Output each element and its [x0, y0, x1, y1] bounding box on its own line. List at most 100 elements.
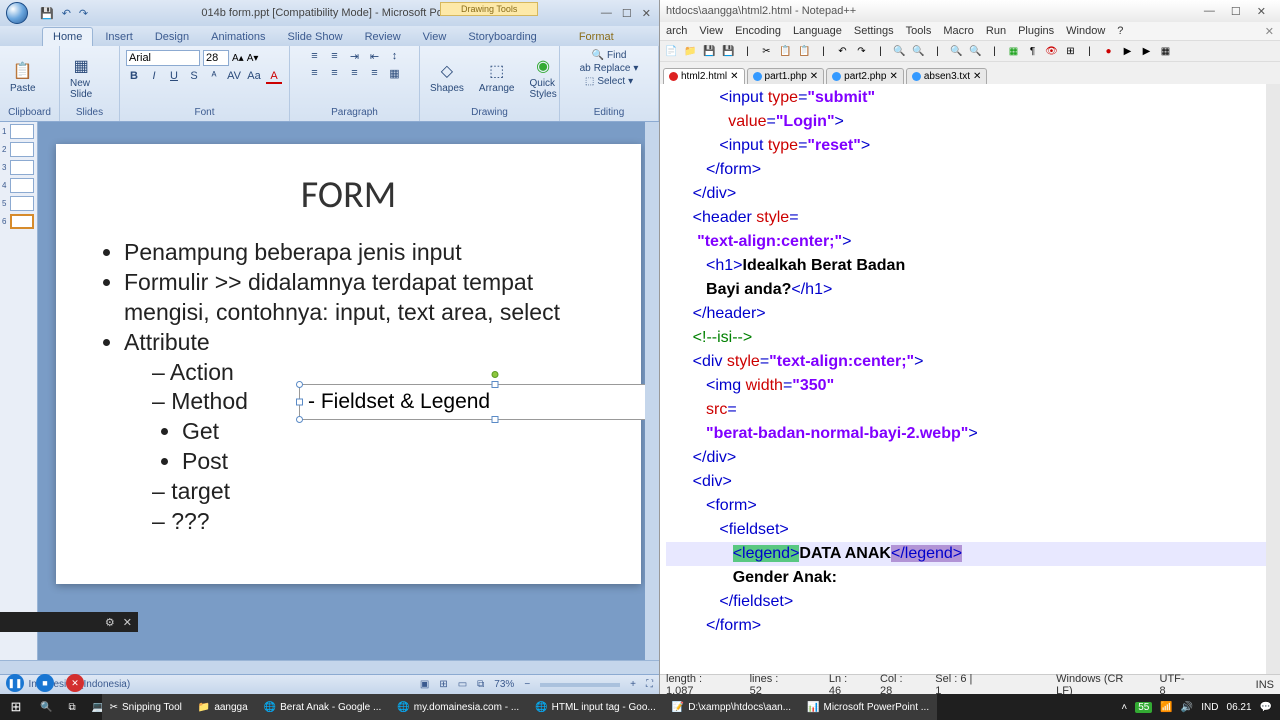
- tab-review[interactable]: Review: [355, 28, 411, 46]
- resize-handle[interactable]: [492, 416, 499, 423]
- slide-thumb[interactable]: [10, 178, 34, 193]
- tab-format[interactable]: Format: [569, 28, 624, 46]
- shrink-font-icon[interactable]: A▾: [247, 53, 259, 64]
- slide-canvas[interactable]: FORM Penampung beberapa jenis input Form…: [56, 144, 641, 584]
- stop-button[interactable]: ■: [36, 674, 54, 692]
- menu-item[interactable]: Encoding: [735, 25, 781, 37]
- underline-icon[interactable]: U: [166, 70, 182, 84]
- spacing-icon[interactable]: AV: [226, 70, 242, 84]
- menu-item[interactable]: Tools: [906, 25, 932, 37]
- find-button[interactable]: 🔍 Find: [592, 50, 627, 61]
- sorter-view-icon[interactable]: ⊞: [439, 679, 447, 690]
- italic-icon[interactable]: I: [146, 70, 162, 84]
- wifi-icon[interactable]: 📶: [1160, 702, 1172, 713]
- bullets-icon[interactable]: ≡: [307, 50, 323, 63]
- columns-icon[interactable]: ▦: [387, 67, 403, 80]
- tab-animations[interactable]: Animations: [201, 28, 275, 46]
- tb-app[interactable]: ✂ Snipping Tool: [102, 694, 190, 720]
- gear-icon[interactable]: ⚙: [105, 616, 115, 629]
- resize-handle[interactable]: [492, 381, 499, 388]
- doc-tab[interactable]: part1.php✕: [747, 68, 825, 84]
- zoom-slider[interactable]: [540, 683, 620, 687]
- menu-item[interactable]: View: [699, 25, 723, 37]
- minimize-icon[interactable]: —: [1204, 5, 1215, 17]
- tb-app[interactable]: 📝 D:\xampp\htdocs\aan...: [664, 694, 799, 720]
- replace-button[interactable]: ab Replace ▾: [580, 63, 639, 74]
- tray-chevron-icon[interactable]: ˄: [1121, 702, 1127, 713]
- h-scrollbar[interactable]: [0, 660, 659, 674]
- close-icon[interactable]: ✕: [1257, 5, 1266, 18]
- font-name-combo[interactable]: [126, 50, 200, 66]
- align-right-icon[interactable]: ≡: [347, 67, 363, 80]
- slide-thumb[interactable]: [10, 160, 34, 175]
- strike-icon[interactable]: S: [186, 70, 202, 84]
- slide-thumb[interactable]: [10, 142, 34, 157]
- menu-item[interactable]: Plugins: [1018, 25, 1054, 37]
- close-icon[interactable]: ✕: [642, 7, 651, 20]
- tab-design[interactable]: Design: [145, 28, 199, 46]
- npp-toolbar[interactable]: 📄📁💾💾|✂📋📋|↶↷|🔍🔍|🔍🔍|▦¶👁⊞|●▶▶▦: [660, 40, 1280, 62]
- align-left-icon[interactable]: ≡: [307, 67, 323, 80]
- paste-button[interactable]: 📋Paste: [4, 58, 42, 96]
- menu-item[interactable]: Run: [986, 25, 1006, 37]
- slide-area[interactable]: FORM Penampung beberapa jenis input Form…: [38, 122, 659, 660]
- tab-slideshow[interactable]: Slide Show: [278, 28, 353, 46]
- tb-app[interactable]: 📁 aangga: [190, 694, 256, 720]
- case-icon[interactable]: Aa: [246, 70, 262, 84]
- resize-handle[interactable]: [296, 416, 303, 423]
- menu-item[interactable]: Settings: [854, 25, 894, 37]
- tb-app[interactable]: 🌐 Berat Anak - Google ...: [256, 694, 390, 720]
- zoom-in-icon[interactable]: +: [630, 679, 636, 690]
- select-button[interactable]: ⬚ Select ▾: [585, 76, 633, 87]
- scrollbar[interactable]: [1266, 84, 1280, 674]
- menu-item[interactable]: ?: [1117, 25, 1123, 37]
- new-slide-button[interactable]: ▦New Slide: [64, 53, 98, 102]
- resize-handle[interactable]: [296, 399, 303, 406]
- minimize-icon[interactable]: —: [601, 7, 612, 20]
- cancel-button[interactable]: ✕: [66, 674, 84, 692]
- bold-icon[interactable]: B: [126, 70, 142, 84]
- volume-icon[interactable]: 🔊: [1181, 702, 1193, 713]
- office-orb[interactable]: [0, 0, 34, 26]
- search-icon[interactable]: 🔍: [32, 694, 60, 720]
- align-center-icon[interactable]: ≡: [327, 67, 343, 80]
- tb-app[interactable]: 📊 Microsoft PowerPoint ...: [799, 694, 937, 720]
- numbering-icon[interactable]: ≡: [327, 50, 343, 63]
- shapes-button[interactable]: ◇Shapes: [424, 58, 470, 96]
- slide-panel[interactable]: 1 2 3 4 5 6: [0, 122, 38, 660]
- tb-app[interactable]: 💻: [84, 694, 102, 720]
- menu-item[interactable]: Window: [1066, 25, 1105, 37]
- scrollbar[interactable]: [645, 122, 659, 660]
- arrange-button[interactable]: ⬚Arrange: [473, 58, 521, 96]
- tab-storyboarding[interactable]: Storyboarding: [458, 28, 547, 46]
- menu-item[interactable]: arch: [666, 25, 687, 37]
- reading-view-icon[interactable]: ▭: [458, 679, 467, 690]
- doc-tab[interactable]: html2.html✕: [663, 68, 745, 84]
- menu-item[interactable]: Language: [793, 25, 842, 37]
- outdent-icon[interactable]: ⇤: [367, 50, 383, 63]
- slideshow-view-icon[interactable]: ⧉: [477, 679, 484, 690]
- maximize-icon[interactable]: ☐: [1231, 5, 1241, 18]
- menu-item[interactable]: Macro: [943, 25, 974, 37]
- slide-title[interactable]: FORM: [96, 172, 601, 218]
- shadow-icon[interactable]: ᴬ: [206, 70, 222, 84]
- language-indicator[interactable]: IND: [1201, 702, 1218, 713]
- font-color-icon[interactable]: A: [266, 70, 282, 84]
- start-button[interactable]: ⊞: [0, 699, 32, 715]
- justify-icon[interactable]: ≡: [367, 67, 383, 80]
- clock[interactable]: 06.21: [1227, 702, 1252, 713]
- tab-home[interactable]: Home: [42, 27, 93, 46]
- network-badge[interactable]: 55: [1135, 702, 1152, 713]
- quick-access-toolbar[interactable]: 💾↶↷: [34, 7, 94, 20]
- close-icon[interactable]: ✕: [1265, 25, 1274, 38]
- slide-thumb[interactable]: [10, 214, 34, 229]
- textbox[interactable]: - Fieldset & Legend: [299, 384, 659, 420]
- font-size-combo[interactable]: [203, 50, 229, 66]
- lineheight-icon[interactable]: ↕: [387, 50, 403, 63]
- tb-app[interactable]: 🌐 my.domainesia.com - ...: [389, 694, 527, 720]
- notifications-icon[interactable]: 💬: [1260, 702, 1272, 713]
- zoom-out-icon[interactable]: −: [524, 679, 530, 690]
- tab-view[interactable]: View: [413, 28, 457, 46]
- slide-thumb[interactable]: [10, 196, 34, 211]
- resize-handle[interactable]: [296, 381, 303, 388]
